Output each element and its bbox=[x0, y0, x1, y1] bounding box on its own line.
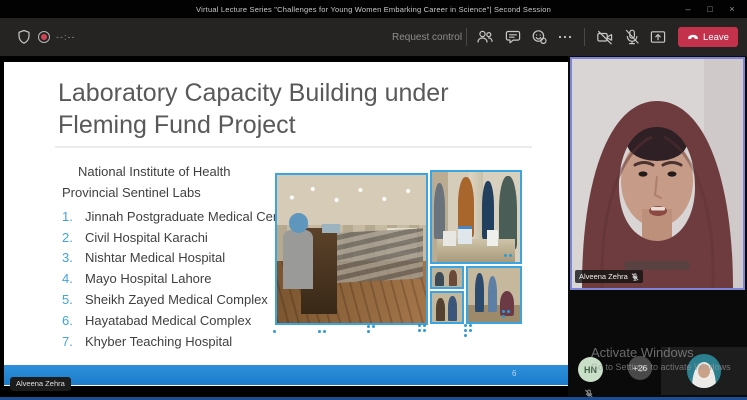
speaker-video-frame bbox=[572, 59, 743, 288]
photo-decor bbox=[488, 276, 497, 313]
meeting-toolbar: --:-- Request control Leave bbox=[0, 18, 747, 56]
slide-footer-bar bbox=[4, 365, 568, 385]
photo-decor bbox=[475, 273, 484, 312]
overflow-count: +26 bbox=[633, 363, 647, 373]
meeting-timer: --:-- bbox=[56, 32, 76, 42]
list-item: Sheikh Zayed Medical Complex bbox=[62, 289, 295, 310]
minimize-button[interactable]: – bbox=[677, 0, 699, 18]
speaker-name: Alveena Zehra bbox=[579, 272, 628, 281]
window-controls: – □ × bbox=[677, 0, 743, 18]
share-screen-icon[interactable] bbox=[649, 28, 667, 46]
shared-slide: Laboratory Capacity Building under Flemi… bbox=[4, 62, 568, 386]
list-item: Nishtar Medical Hospital bbox=[62, 248, 295, 269]
list-item: Hayatabad Medical Complex bbox=[62, 310, 295, 331]
list-item: Khyber Teaching Hospital bbox=[62, 331, 295, 352]
presenter-name-label: Alveena Zehra bbox=[10, 377, 71, 391]
shield-icon bbox=[15, 28, 33, 46]
slide-org-heading: National Institute of Health bbox=[78, 164, 230, 179]
photo-decor bbox=[436, 298, 446, 321]
dot-cluster bbox=[502, 310, 511, 318]
teams-meeting-window: Virtual Lecture Series "Challenges for Y… bbox=[0, 0, 747, 400]
photo-group-small-2 bbox=[430, 291, 464, 324]
reactions-icon[interactable] bbox=[530, 28, 548, 46]
photo-lab-training bbox=[430, 170, 522, 264]
mic-muted-icon bbox=[631, 273, 639, 281]
photo-decor bbox=[283, 230, 313, 289]
overflow-participants-badge[interactable]: +26 bbox=[628, 356, 652, 380]
mic-muted-icon bbox=[584, 386, 594, 396]
leave-button[interactable]: Leave bbox=[678, 27, 738, 47]
titlebar: Virtual Lecture Series "Challenges for Y… bbox=[0, 0, 747, 18]
list-item: Mayo Hospital Lahore bbox=[62, 268, 295, 289]
camera-off-icon[interactable] bbox=[596, 28, 614, 46]
participants-panel: Alveena Zehra HN +26 Activate Wi bbox=[568, 56, 747, 400]
dot-cluster bbox=[318, 330, 327, 333]
list-item: Civil Hospital Karachi bbox=[62, 227, 295, 248]
participant-avatar[interactable]: HN bbox=[578, 357, 603, 382]
photo-decor bbox=[448, 296, 457, 321]
maximize-button[interactable]: □ bbox=[699, 0, 721, 18]
toolbar-divider bbox=[584, 28, 585, 46]
title-underline bbox=[55, 146, 532, 148]
photo-decor bbox=[434, 183, 445, 239]
slide-page-number: 6 bbox=[512, 369, 516, 378]
photo-group-small-1 bbox=[430, 266, 464, 289]
video-name-tag: Alveena Zehra bbox=[575, 270, 643, 283]
dot-cluster bbox=[273, 330, 277, 333]
photo-decor bbox=[443, 231, 455, 245]
photo-group-standing bbox=[466, 266, 522, 324]
labs-list: Jinnah Postgraduate Medical Centre Civil… bbox=[62, 206, 295, 352]
photo-decor bbox=[449, 270, 457, 286]
more-options-icon[interactable] bbox=[556, 28, 574, 46]
slide-subheading: Provincial Sentinel Labs bbox=[62, 185, 201, 200]
request-control-button[interactable]: Request control bbox=[392, 32, 462, 43]
dot-cluster bbox=[418, 324, 427, 332]
hijab-avatar-icon bbox=[687, 354, 721, 388]
leave-button-label: Leave bbox=[703, 32, 729, 43]
phone-leave-icon bbox=[687, 33, 699, 41]
photo-decor bbox=[322, 224, 340, 233]
people-icon[interactable] bbox=[476, 28, 494, 46]
close-button[interactable]: × bbox=[721, 0, 743, 18]
slide-title: Laboratory Capacity Building under Flemi… bbox=[58, 78, 510, 142]
speaker-video-tile[interactable]: Alveena Zehra bbox=[570, 57, 745, 290]
photo-decor bbox=[458, 226, 472, 244]
record-indicator-icon bbox=[38, 31, 50, 43]
chat-icon[interactable] bbox=[504, 28, 522, 46]
photo-decor bbox=[289, 213, 308, 232]
toolbar-divider bbox=[466, 28, 467, 46]
dot-cluster bbox=[367, 325, 376, 333]
photo-lecture-hall bbox=[275, 173, 428, 325]
participant-initials: HN bbox=[584, 365, 597, 375]
mic-off-icon[interactable] bbox=[623, 28, 641, 46]
photo-decor bbox=[322, 229, 423, 285]
dot-cluster bbox=[464, 324, 473, 337]
dot-cluster bbox=[504, 254, 513, 257]
photo-decor bbox=[435, 272, 444, 286]
photo-decor bbox=[487, 230, 498, 246]
participant-video-thumbnail[interactable] bbox=[661, 347, 747, 395]
list-item: Jinnah Postgraduate Medical Centre bbox=[62, 206, 295, 227]
participant-photo-avatar bbox=[687, 354, 721, 388]
window-title: Virtual Lecture Series "Challenges for Y… bbox=[196, 5, 551, 14]
